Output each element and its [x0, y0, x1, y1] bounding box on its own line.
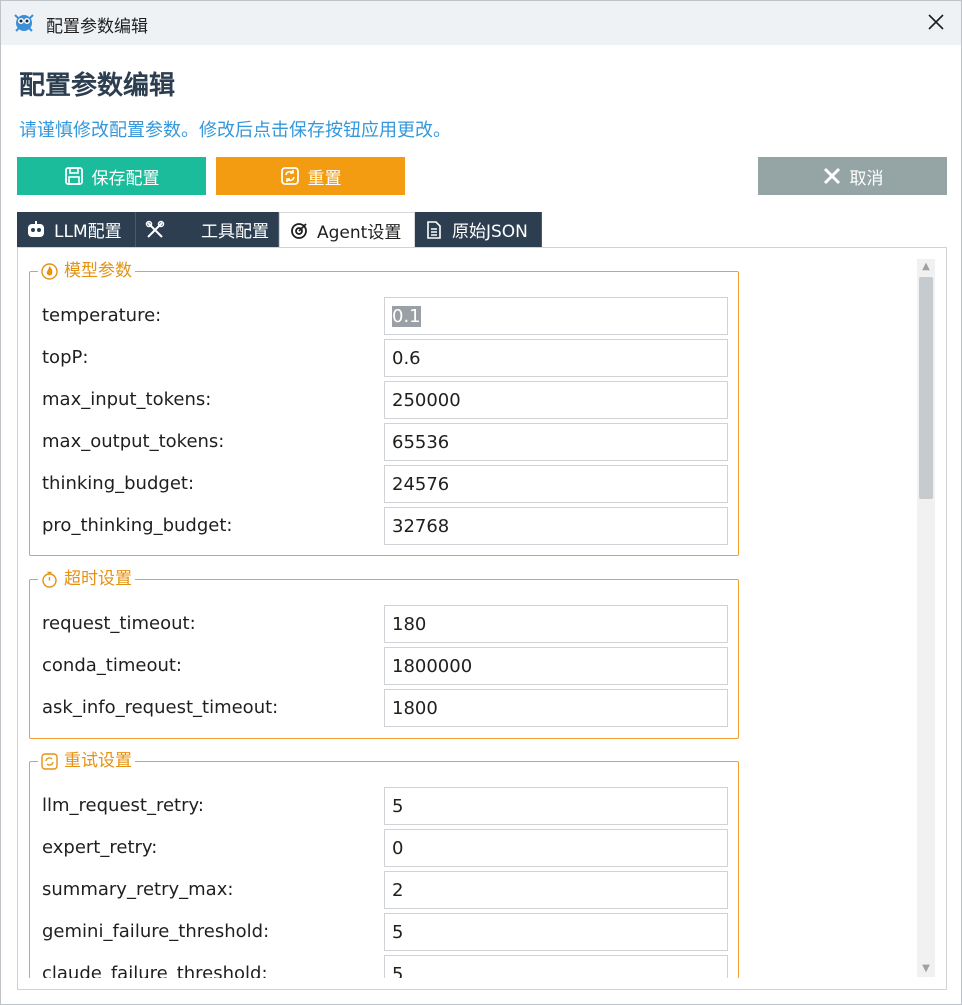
tab-raw-json[interactable]: 原始JSON [415, 212, 542, 247]
max-input-tokens-input[interactable]: 250000 [384, 381, 728, 419]
field-row: expert_retry: 0 [30, 829, 738, 867]
reset-icon [280, 167, 299, 185]
field-label: expert_retry: [42, 837, 158, 858]
page-subtitle: 请谨慎修改配置参数。修改后点击保存按钮应用更改。 [19, 120, 451, 141]
field-row: ask_info_request_timeout: 1800 [30, 689, 738, 727]
field-row: max_input_tokens: 250000 [30, 381, 738, 419]
field-label: summary_retry_max: [42, 879, 234, 900]
field-row: thinking_budget: 24576 [30, 465, 738, 503]
tab-llm-config[interactable]: LLM配置 [17, 212, 136, 247]
vertical-scrollbar[interactable]: ▲ ▼ [917, 259, 935, 977]
tab-tools-config-label: 工具配置 [201, 222, 269, 242]
window-title: 配置参数编辑 [46, 17, 148, 37]
group-title: 超时设置 [38, 569, 135, 589]
title-bar: 配置参数编辑 [1, 1, 961, 45]
field-label: gemini_failure_threshold: [42, 921, 270, 942]
field-label: temperature: [42, 305, 162, 326]
save-button[interactable]: 保存配置 [17, 157, 206, 195]
field-label: ask_info_request_timeout: [42, 697, 279, 718]
field-label: request_timeout: [42, 613, 196, 634]
close-icon[interactable] [923, 9, 949, 35]
scroll-viewport: 重试设置 llm_request_retry: 5 expert_retry: … [1, 741, 917, 978]
tab-bar: LLM配置 工具配置 Agent设置 原始JSON [17, 212, 542, 247]
flame-icon [41, 262, 58, 280]
field-label: max_input_tokens: [42, 389, 212, 410]
page-title: 配置参数编辑 [19, 71, 176, 101]
group-title: 重试设置 [38, 751, 135, 771]
temperature-input[interactable]: 0.1 [384, 297, 728, 335]
tab-agent-settings-label: Agent设置 [317, 222, 402, 243]
conda-timeout-input[interactable]: 1800000 [384, 647, 728, 685]
cancel-button-label: 取消 [849, 168, 884, 189]
app-logo-icon [14, 14, 34, 32]
field-label: thinking_budget: [42, 473, 195, 494]
tab-agent-settings[interactable]: Agent设置 [279, 212, 415, 247]
field-row: claude_failure_threshold: 5 [30, 955, 738, 978]
x-icon [823, 167, 840, 185]
claude-failure-threshold-input[interactable]: 5 [384, 955, 728, 978]
timeout-settings-group: 超时设置 request_timeout: 180 conda_timeout:… [29, 569, 739, 739]
reset-button[interactable]: 重置 [216, 157, 405, 195]
retry-icon [41, 752, 58, 770]
field-label: max_output_tokens: [42, 431, 225, 452]
document-icon [427, 220, 441, 239]
tab-llm-config-label: LLM配置 [54, 222, 122, 242]
field-label: conda_timeout: [42, 655, 182, 676]
cancel-button[interactable]: 取消 [758, 157, 947, 195]
dialog-window: 配置参数编辑 配置参数编辑 请谨慎修改配置参数。修改后点击保存按钮应用更改。 保… [0, 0, 962, 1005]
save-button-label: 保存配置 [91, 168, 160, 189]
field-row: llm_request_retry: 5 [30, 787, 738, 825]
topp-input[interactable]: 0.6 [384, 339, 728, 377]
field-row: gemini_failure_threshold: 5 [30, 913, 738, 951]
gemini-failure-threshold-input[interactable]: 5 [384, 913, 728, 951]
field-label: llm_request_retry: [42, 795, 204, 816]
group-title: 模型参数 [38, 261, 135, 281]
target-icon [291, 223, 307, 239]
max-output-tokens-input[interactable]: 65536 [384, 423, 728, 461]
field-row: pro_thinking_budget: 32768 [30, 507, 738, 545]
scroll-down-arrow-icon[interactable]: ▼ [920, 964, 932, 974]
field-row: topP: 0.6 [30, 339, 738, 377]
field-label: pro_thinking_budget: [42, 515, 233, 536]
field-label: topP: [42, 347, 89, 368]
scroll-up-arrow-icon[interactable]: ▲ [920, 262, 932, 272]
model-params-group: 模型参数 temperature: 0.1 topP: 0.6 max_inpu… [29, 261, 739, 556]
field-row: conda_timeout: 1800000 [30, 647, 738, 685]
field-row: max_output_tokens: 65536 [30, 423, 738, 461]
ask-info-request-timeout-input[interactable]: 1800 [384, 689, 728, 727]
tab-raw-json-label: 原始JSON [452, 222, 528, 242]
scrollbar-thumb[interactable] [919, 277, 933, 499]
thinking-budget-input[interactable]: 24576 [384, 465, 728, 503]
reset-button-label: 重置 [307, 168, 342, 189]
field-row: temperature: 0.1 [30, 297, 738, 335]
expert-retry-input[interactable]: 0 [384, 829, 728, 867]
field-label: claude_failure_threshold: [42, 963, 268, 978]
request-timeout-input[interactable]: 180 [384, 605, 728, 643]
pro-thinking-budget-input[interactable]: 32768 [384, 507, 728, 545]
retry-settings-group: 重试设置 llm_request_retry: 5 expert_retry: … [29, 751, 739, 978]
tools-icon [145, 220, 165, 238]
summary-retry-max-input[interactable]: 2 [384, 871, 728, 909]
robot-icon [28, 220, 44, 237]
llm-request-retry-input[interactable]: 5 [384, 787, 728, 825]
floppy-disk-icon [64, 167, 83, 185]
field-row: request_timeout: 180 [30, 605, 738, 643]
stopwatch-icon [42, 571, 57, 588]
field-row: summary_retry_max: 2 [30, 871, 738, 909]
tab-tools-config[interactable]: 工具配置 [136, 212, 279, 247]
